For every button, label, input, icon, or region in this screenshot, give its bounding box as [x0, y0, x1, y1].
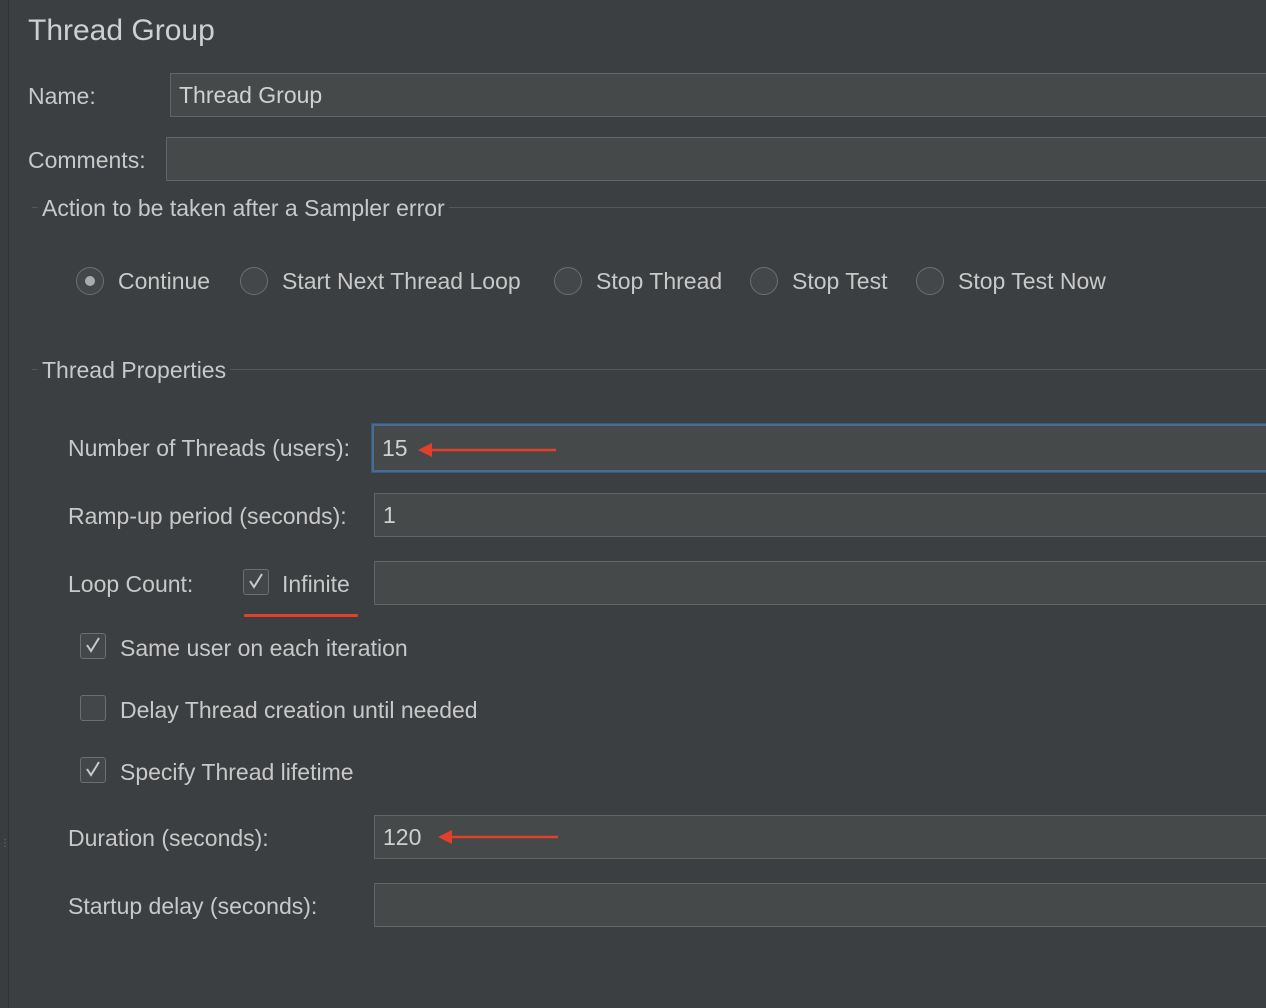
duration-label: Duration (seconds):: [68, 825, 269, 851]
annotation-arrow-icon: [438, 830, 558, 844]
comments-label: Comments:: [28, 147, 146, 173]
thread-properties-group-title: Thread Properties: [38, 357, 231, 384]
specify-lifetime-checkbox[interactable]: [80, 757, 106, 783]
ramp-up-label: Ramp-up period (seconds):: [68, 503, 347, 529]
ramp-up-field[interactable]: 1: [374, 493, 1266, 537]
radio-stop-test[interactable]: Stop Test: [750, 267, 887, 295]
radio-stop-test-now[interactable]: Stop Test Now: [916, 267, 1106, 295]
radio-continue[interactable]: Continue: [76, 267, 210, 295]
annotation-arrow-icon: [418, 443, 556, 457]
name-field[interactable]: Thread Group: [170, 73, 1266, 117]
radio-start-next-thread-loop[interactable]: Start Next Thread Loop: [240, 267, 521, 295]
specify-lifetime-label: Specify Thread lifetime: [120, 759, 354, 785]
checkmark-icon: [86, 637, 100, 653]
checkmark-icon: [86, 761, 100, 777]
sampler-error-group-title: Action to be taken after a Sampler error: [38, 195, 449, 222]
same-user-checkbox[interactable]: [80, 633, 106, 659]
same-user-label: Same user on each iteration: [120, 635, 408, 661]
loop-count-label: Loop Count:: [68, 571, 194, 597]
radio-unselected-icon: [916, 267, 944, 295]
num-threads-label: Number of Threads (users):: [68, 435, 351, 461]
infinite-label: Infinite: [282, 571, 350, 597]
startup-delay-field[interactable]: [374, 883, 1266, 927]
annotation-underline: [244, 614, 358, 617]
comments-field[interactable]: [166, 137, 1266, 181]
checkmark-icon: [249, 573, 263, 589]
splitter-grip-icon[interactable]: ⋮: [0, 839, 10, 870]
delay-creation-label: Delay Thread creation until needed: [120, 697, 478, 723]
radio-selected-icon: [76, 267, 104, 295]
loop-count-field[interactable]: [374, 561, 1266, 605]
name-label: Name:: [28, 83, 96, 109]
radio-unselected-icon: [240, 267, 268, 295]
infinite-checkbox[interactable]: [243, 569, 269, 595]
radio-unselected-icon: [750, 267, 778, 295]
name-field-value: Thread Group: [179, 81, 323, 108]
page-title: Thread Group: [28, 14, 215, 47]
radio-unselected-icon: [554, 267, 582, 295]
startup-delay-label: Startup delay (seconds):: [68, 893, 318, 919]
delay-creation-checkbox[interactable]: [80, 695, 106, 721]
radio-stop-thread[interactable]: Stop Thread: [554, 267, 722, 295]
